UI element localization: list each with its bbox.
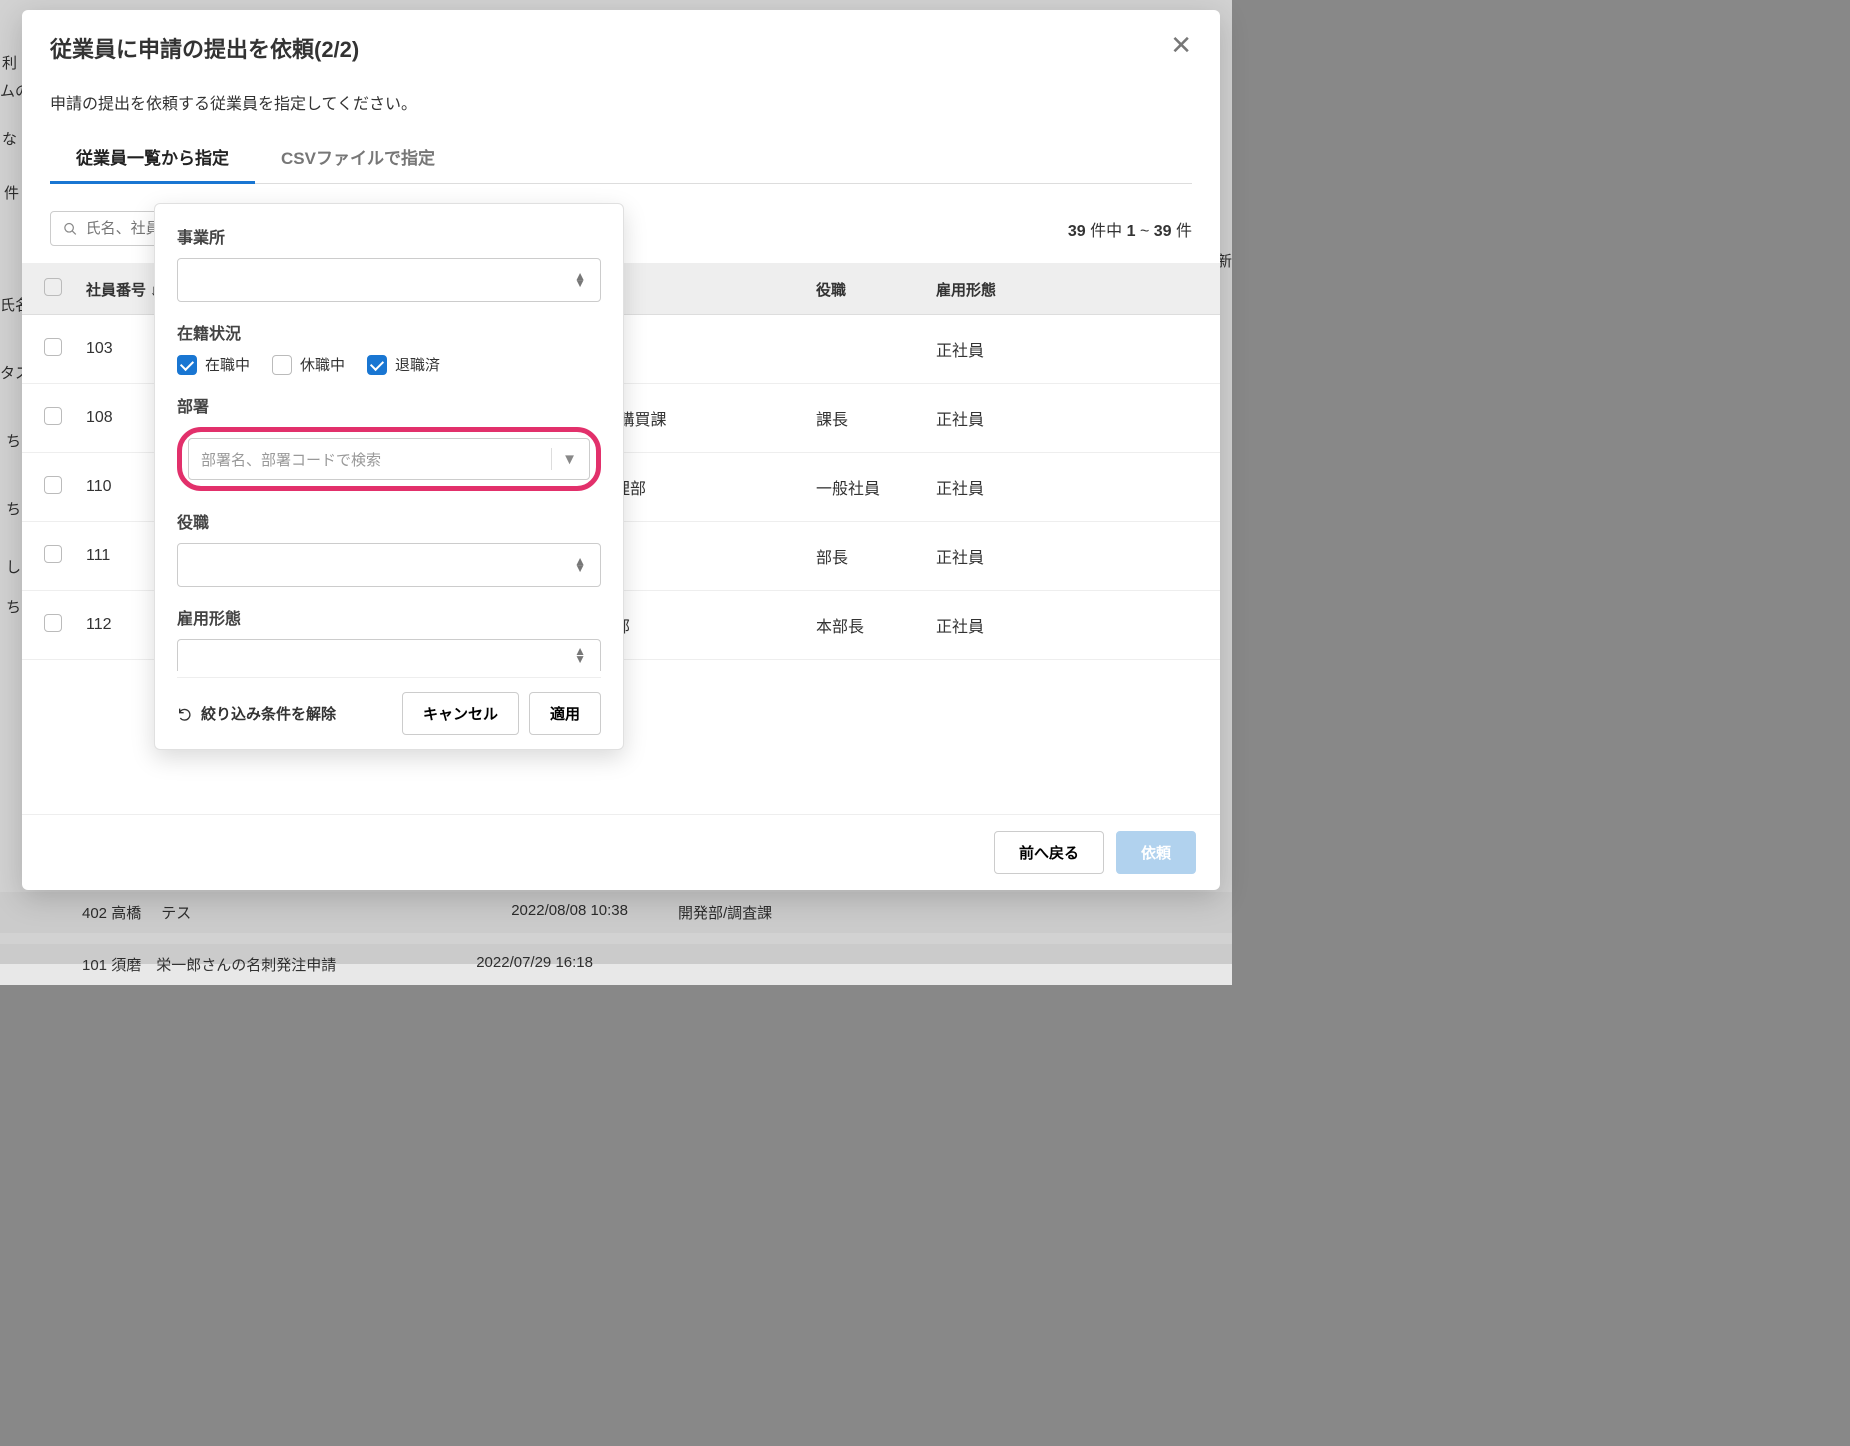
modal-header: 従業員に申請の提出を依頼(2/2) ✕ [22, 10, 1220, 74]
filter-dept-label: 部署 [177, 393, 601, 417]
chevron-updown-icon: ▲▼ [574, 558, 586, 572]
cell-emp-type: 正社員 [924, 522, 1220, 591]
filter-status-label: 在籍状況 [177, 320, 601, 344]
filter-role-label: 役職 [177, 509, 601, 533]
submit-button[interactable]: 依頼 [1116, 831, 1196, 874]
row-checkbox[interactable] [44, 545, 62, 563]
highlighted-dept-field: 部署名、部署コードで検索 ▼ [177, 427, 601, 491]
filter-dept-placeholder: 部署名、部署コードで検索 [201, 449, 541, 470]
apply-filter-button[interactable]: 適用 [529, 692, 601, 735]
modal-subtitle: 申請の提出を依頼する従業員を指定してください。 [22, 74, 1220, 134]
select-all-checkbox[interactable] [44, 278, 62, 296]
status-option[interactable]: 退職済 [367, 354, 440, 375]
chevron-updown-icon: ▲▼ [574, 648, 586, 662]
checkbox[interactable] [272, 355, 292, 375]
modal-title: 従業員に申請の提出を依頼(2/2) [50, 32, 359, 64]
status-option[interactable]: 在職中 [177, 354, 250, 375]
cell-emp-type: 正社員 [924, 315, 1220, 384]
filter-dept-select[interactable]: 部署名、部署コードで検索 ▼ [188, 438, 590, 480]
status-option-label: 退職済 [395, 354, 440, 375]
row-checkbox[interactable] [44, 338, 62, 356]
modal-footer: 前へ戻る 依頼 [22, 814, 1220, 890]
filter-office-select[interactable]: ▲▼ [177, 258, 601, 302]
filter-status-options: 在職中 休職中 退職済 [177, 354, 601, 375]
cell-emp-type: 正社員 [924, 591, 1220, 660]
cell-role: 部長 [804, 522, 924, 591]
cell-role: 本部長 [804, 591, 924, 660]
row-checkbox[interactable] [44, 407, 62, 425]
filter-emptype-label: 雇用形態 [177, 605, 601, 629]
col-emp-no[interactable]: 社員番号 [86, 282, 146, 299]
row-checkbox[interactable] [44, 614, 62, 632]
divider [551, 448, 552, 470]
reset-filter-button[interactable]: 絞り込み条件を解除 [177, 703, 336, 724]
filter-emptype-select[interactable]: ▲▼ [177, 639, 601, 671]
filter-office-label: 事業所 [177, 224, 601, 248]
close-icon[interactable]: ✕ [1170, 32, 1192, 58]
checkbox[interactable] [367, 355, 387, 375]
cell-emp-type: 正社員 [924, 384, 1220, 453]
back-button[interactable]: 前へ戻る [994, 831, 1104, 874]
tab-employee-list[interactable]: 従業員一覧から指定 [50, 134, 255, 183]
result-count: 39 件中 1 ~ 39 件 [1068, 217, 1192, 241]
cancel-filter-button[interactable]: キャンセル [402, 692, 519, 735]
col-role[interactable]: 役職 [804, 264, 924, 315]
chevron-down-icon: ▼ [562, 451, 577, 468]
cell-role: 一般社員 [804, 453, 924, 522]
tab-csv[interactable]: CSVファイルで指定 [255, 134, 461, 183]
search-icon [63, 221, 78, 237]
cell-role [804, 315, 924, 384]
checkbox[interactable] [177, 355, 197, 375]
status-option-label: 在職中 [205, 354, 250, 375]
tabs: 従業員一覧から指定 CSVファイルで指定 [50, 134, 1192, 184]
row-checkbox[interactable] [44, 476, 62, 494]
filter-role-select[interactable]: ▲▼ [177, 543, 601, 587]
status-option-label: 休職中 [300, 354, 345, 375]
popover-footer: 絞り込み条件を解除 キャンセル 適用 [177, 677, 601, 735]
filter-popover: 事業所 ▲▼ 在籍状況 在職中休職中退職済 部署 部署名、部署コードで検索 ▼ … [154, 203, 624, 750]
status-option[interactable]: 休職中 [272, 354, 345, 375]
cell-role: 課長 [804, 384, 924, 453]
chevron-updown-icon: ▲▼ [574, 273, 586, 287]
col-emp-type[interactable]: 雇用形態 [924, 264, 1220, 315]
cell-emp-type: 正社員 [924, 453, 1220, 522]
reset-filter-label: 絞り込み条件を解除 [201, 703, 336, 724]
undo-icon [177, 706, 193, 722]
